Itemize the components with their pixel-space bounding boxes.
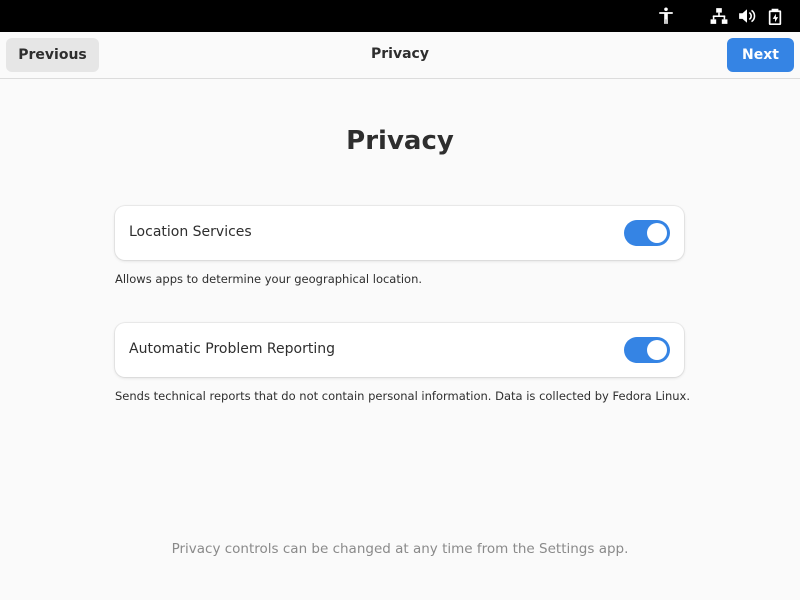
network-icon[interactable] [709,6,729,26]
header-title: Privacy [371,46,429,62]
battery-icon[interactable] [765,6,785,26]
top-status-bar [0,0,800,32]
problem-reporting-description: Sends technical reports that do not cont… [115,389,690,403]
accessibility-icon[interactable] [656,6,676,26]
toggle-knob [647,223,667,243]
toggle-knob [647,340,667,360]
location-services-description: Allows apps to determine your geographic… [115,272,423,286]
problem-reporting-row[interactable]: Automatic Problem Reporting [115,323,684,377]
location-services-label: Location Services [129,224,252,240]
volume-icon[interactable] [737,6,757,26]
next-button[interactable]: Next [727,38,794,72]
page-title: Privacy [346,126,454,156]
location-services-toggle[interactable] [624,220,670,246]
location-services-row[interactable]: Location Services [115,206,684,260]
footer-note: Privacy controls can be changed at any t… [171,541,629,557]
header-bar: Previous Privacy Next [0,32,800,79]
problem-reporting-toggle[interactable] [624,337,670,363]
problem-reporting-label: Automatic Problem Reporting [129,341,335,357]
